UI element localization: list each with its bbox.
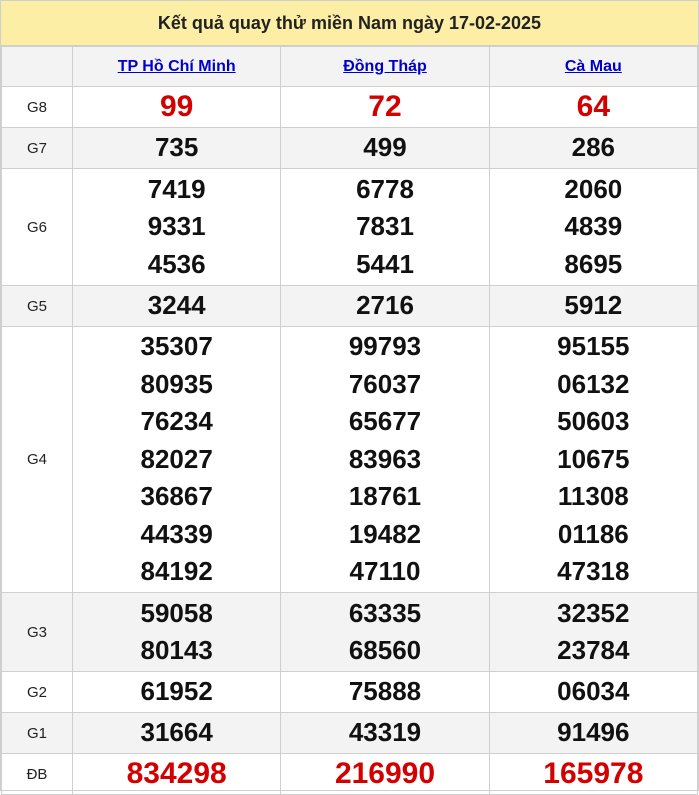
prize-number: 5912 <box>564 290 623 321</box>
prize-row-g2: G2 61952 75888 06034 <box>1 671 699 713</box>
prize-number: 11308 <box>557 481 629 512</box>
prize-number: 4536 <box>147 248 206 279</box>
prize-number: 61952 <box>140 676 213 707</box>
prize-number: 76234 <box>140 406 213 437</box>
prize-number: 3244 <box>147 290 206 321</box>
prize-number: 7419 <box>147 173 206 204</box>
prize-row-g8: G8 99 72 64 <box>1 86 699 128</box>
prize-label: G3 <box>1 592 73 672</box>
prize-number: 01186 <box>557 518 629 549</box>
prize-number: 75888 <box>348 676 422 707</box>
prize-number: 2060 <box>564 173 623 204</box>
prize-number: 65677 <box>348 406 422 437</box>
prize-number: 5441 <box>356 248 414 279</box>
prize-number: 6778 <box>356 173 414 204</box>
special-prize-number: 165978 <box>543 757 644 791</box>
prize-number: 31664 <box>140 717 213 748</box>
prize-number: 72 <box>368 90 402 124</box>
province-link-dong-thap[interactable]: Đồng Tháp <box>343 58 427 75</box>
prize-number: 2716 <box>356 290 414 321</box>
prize-number: 06132 <box>557 368 630 399</box>
prize-number: 499 <box>363 132 407 163</box>
results-panel: Kết quả quay thử miền Nam ngày 17-02-202… <box>0 0 699 795</box>
special-prize-number: 216990 <box>334 757 436 791</box>
prize-number: 286 <box>571 132 616 163</box>
prize-number: 18761 <box>348 481 422 512</box>
prize-label: G7 <box>1 127 73 169</box>
prize-number: 32352 <box>557 597 630 628</box>
prize-label: G6 <box>1 168 73 286</box>
prize-row-g7: G7 735 499 286 <box>1 127 699 169</box>
prize-number: 91496 <box>557 717 630 748</box>
prize-number: 19482 <box>348 518 422 549</box>
prize-number: 68560 <box>348 635 422 665</box>
page-title: Kết quả quay thử miền Nam ngày 17-02-202… <box>1 1 698 46</box>
prize-label: G8 <box>1 86 73 128</box>
corner-cell <box>1 46 73 87</box>
header-row: TP Hồ Chí Minh Đồng Tháp Cà Mau <box>1 46 699 87</box>
prize-number: 63335 <box>348 597 422 628</box>
prize-number: 9331 <box>147 211 206 242</box>
prize-label: ĐB <box>1 753 73 795</box>
prize-number: 80143 <box>140 635 213 665</box>
prize-number: 95155 <box>557 331 630 362</box>
prize-number: 35307 <box>140 331 213 362</box>
prize-number: 7831 <box>356 211 414 242</box>
prize-number: 8695 <box>564 248 623 279</box>
prize-number: 06034 <box>557 676 630 707</box>
prize-label: G1 <box>1 712 73 754</box>
prize-number: 76037 <box>348 368 422 399</box>
prize-number: 80935 <box>140 368 213 399</box>
prize-number: 43319 <box>348 717 422 748</box>
prize-number: 23784 <box>557 635 630 665</box>
prize-number: 99793 <box>348 331 422 362</box>
prize-row-g1: G1 31664 43319 91496 <box>1 712 699 754</box>
prize-number: 50603 <box>557 406 630 437</box>
prize-row-g4: G4 35307 80935 76234 82027 36867 44339 8… <box>1 326 699 593</box>
province-link-ca-mau[interactable]: Cà Mau <box>565 58 622 75</box>
prize-label: G5 <box>1 285 73 327</box>
prize-number: 4839 <box>564 211 623 242</box>
prize-number: 735 <box>154 132 199 163</box>
prize-number: 64 <box>576 90 611 124</box>
prize-label: G4 <box>1 326 73 593</box>
prize-row-g6: G6 7419 9331 4536 6778 7831 5441 2060 48… <box>1 168 699 286</box>
prize-number: 99 <box>159 90 194 124</box>
prize-label: G2 <box>1 671 73 713</box>
province-link-hcm[interactable]: TP Hồ Chí Minh <box>118 58 236 75</box>
prize-number: 10675 <box>557 443 630 474</box>
special-prize-number: 834298 <box>126 757 227 791</box>
prize-number: 36867 <box>140 481 213 512</box>
prize-number: 83963 <box>348 443 422 474</box>
prize-number: 59058 <box>140 597 213 628</box>
prize-number: 84192 <box>140 556 213 587</box>
prize-row-g5: G5 3244 2716 5912 <box>1 285 699 327</box>
prize-number: 82027 <box>140 443 213 474</box>
results-table: TP Hồ Chí Minh Đồng Tháp Cà Mau G8 99 72… <box>1 46 699 795</box>
prize-number: 47110 <box>349 556 421 587</box>
prize-number: 44339 <box>140 518 213 549</box>
prize-row-g3: G3 59058 80143 63335 68560 32352 23784 <box>1 592 699 672</box>
prize-row-special: ĐB 834298 216990 165978 <box>1 753 699 795</box>
prize-number: 47318 <box>557 556 630 587</box>
